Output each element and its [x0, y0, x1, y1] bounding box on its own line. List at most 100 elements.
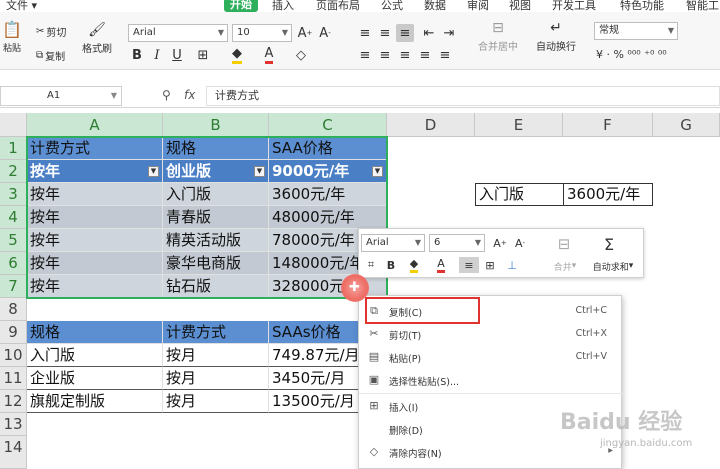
distribute-button[interactable]: ≡	[436, 46, 454, 64]
font-size-select[interactable]: 10 ▼	[232, 24, 292, 42]
mini-format-icon[interactable]: ⌗	[363, 257, 379, 273]
column-header-a[interactable]: A	[27, 113, 163, 137]
formula-input[interactable]: 计费方式	[206, 86, 720, 106]
table-cell[interactable]: 钻石版	[163, 275, 269, 298]
menu-item-cut[interactable]: ✂ 剪切(T) Ctrl+X	[359, 323, 623, 346]
italic-button[interactable]: I	[148, 46, 166, 64]
mini-fill-color-button[interactable]: ◆	[403, 257, 425, 273]
fill-color-button[interactable]: ◆	[228, 46, 246, 64]
filter-row-cell[interactable]: 按年 ▼	[27, 160, 163, 183]
table-header-cell[interactable]: 规格	[163, 137, 269, 160]
table-cell[interactable]: 入门版	[27, 344, 163, 367]
filter-dropdown-icon[interactable]: ▼	[372, 166, 383, 177]
align-top-button[interactable]: ≡	[356, 24, 374, 42]
row-header-4[interactable]: 4	[0, 206, 27, 229]
row-header-5[interactable]: 5	[0, 229, 27, 252]
select-all-corner[interactable]	[0, 113, 27, 137]
table-cell[interactable]: 入门版	[163, 183, 269, 206]
table-cell[interactable]: 按年	[27, 206, 163, 229]
cut-button[interactable]: ✂ 剪切	[36, 24, 66, 39]
font-name-select[interactable]: Arial ▼	[128, 24, 228, 42]
table-cell[interactable]: 按月	[163, 367, 269, 390]
table-cell[interactable]: 按年	[27, 252, 163, 275]
table-cell[interactable]: 3600元/年	[269, 183, 387, 206]
row-header-13[interactable]: 13	[0, 413, 27, 436]
bold-button[interactable]: B	[128, 46, 146, 64]
border-button[interactable]: ⊞	[194, 46, 212, 64]
menu-item-copy[interactable]: ⧉ 复制(C) Ctrl+C	[359, 300, 623, 323]
name-box[interactable]: A1 ▼	[0, 86, 122, 106]
row-header-3[interactable]: 3	[0, 183, 27, 206]
table-cell[interactable]: 青春版	[163, 206, 269, 229]
tab-home[interactable]: 开始	[224, 0, 258, 12]
mini-decrease-font-button[interactable]: A-	[511, 234, 529, 252]
menu-item-clear-contents[interactable]: ◇ 清除内容(N) ▸	[359, 441, 623, 464]
number-format-select[interactable]: 常规 ▼	[594, 22, 678, 40]
row-header-12[interactable]: 12	[0, 390, 27, 413]
zoom-icon[interactable]: ⚲	[162, 88, 171, 102]
filter-dropdown-icon[interactable]: ▼	[148, 166, 159, 177]
increase-font-button[interactable]: A +	[296, 24, 314, 42]
table-cell[interactable]: 48000元/年	[269, 206, 387, 229]
row-header-8[interactable]: 8	[0, 298, 27, 321]
table-cell[interactable]: 按月	[163, 390, 269, 413]
decrease-font-button[interactable]: A-	[316, 24, 334, 42]
clear-button[interactable]: ◇	[292, 46, 310, 64]
lookup-value-cell[interactable]: 3600元/年	[563, 183, 653, 206]
mini-bold-button[interactable]: B	[383, 257, 399, 273]
align-right-text-button[interactable]: ≡	[396, 46, 414, 64]
mini-font-color-button[interactable]: A	[431, 257, 451, 273]
format-painter-button[interactable]: 🖌 格式刷	[82, 22, 112, 55]
table-cell[interactable]: 企业版	[27, 367, 163, 390]
menu-item-paste[interactable]: ▤ 粘贴(P) Ctrl+V	[359, 346, 623, 369]
table-cell[interactable]: 按年	[27, 275, 163, 298]
table-header-cell[interactable]: 计费方式	[163, 321, 269, 344]
column-header-g[interactable]: G	[653, 113, 720, 137]
wrap-text-button[interactable]: ↵ 自动换行	[536, 20, 576, 53]
lookup-label-cell[interactable]: 入门版	[475, 183, 564, 206]
row-header-7[interactable]: 7	[0, 275, 27, 298]
row-header-14[interactable]: 14	[0, 436, 27, 469]
row-header-9[interactable]: 9	[0, 321, 27, 344]
copy-button[interactable]: ⧉ 复制	[36, 48, 65, 63]
justify-button[interactable]: ≡	[416, 46, 434, 64]
align-left-button[interactable]: ⇤	[420, 24, 438, 42]
column-header-d[interactable]: D	[387, 113, 475, 137]
table-cell[interactable]: 按年	[27, 229, 163, 252]
align-left-text-button[interactable]: ≡	[356, 46, 374, 64]
table-cell[interactable]: 精英活动版	[163, 229, 269, 252]
row-header-6[interactable]: 6	[0, 252, 27, 275]
sigma-icon[interactable]: Σ	[597, 233, 621, 255]
table-header-cell[interactable]: 计费方式	[27, 137, 163, 160]
underline-button[interactable]: U	[168, 46, 186, 64]
column-header-b[interactable]: B	[163, 113, 269, 137]
table-cell[interactable]: 豪华电商版	[163, 252, 269, 275]
align-middle-button[interactable]: ≡	[376, 24, 394, 42]
filter-row-cell[interactable]: 创业版 ▼	[163, 160, 269, 183]
table-cell[interactable]: 按月	[163, 344, 269, 367]
filter-dropdown-icon[interactable]: ▼	[254, 166, 265, 177]
table-cell[interactable]: 旗舰定制版	[27, 390, 163, 413]
align-right-button[interactable]: ⇥	[440, 24, 458, 42]
mini-font-size-select[interactable]: 6 ▼	[429, 234, 485, 252]
mini-font-name-select[interactable]: Arial ▼	[361, 234, 425, 252]
menu-item-paste-special[interactable]: ▣ 选择性粘贴(S)...	[359, 369, 623, 392]
mini-merge-icon[interactable]: ⊟	[549, 233, 579, 255]
column-header-e[interactable]: E	[475, 113, 563, 137]
mini-insert-row-button[interactable]: ⊥	[503, 257, 521, 273]
mini-autosum-button[interactable]: 自动求和 ▾	[585, 259, 641, 273]
number-format-buttons[interactable]: ¥ · % ⁰⁰⁰ ⁺⁰ ⁰⁰	[596, 48, 667, 61]
align-center-text-button[interactable]: ≡	[376, 46, 394, 64]
mini-increase-font-button[interactable]: A +	[491, 234, 509, 252]
fx-icon[interactable]: fx	[184, 88, 195, 102]
table-header-cell[interactable]: SAA价格	[269, 137, 387, 160]
row-header-2[interactable]: 2	[0, 160, 27, 183]
column-header-f[interactable]: F	[563, 113, 653, 137]
merge-center-button[interactable]: ⊟ 合并居中	[478, 20, 518, 53]
row-header-1[interactable]: 1	[0, 137, 27, 160]
font-color-button[interactable]: A	[260, 46, 278, 64]
mini-border-button[interactable]: ⊞	[481, 257, 499, 273]
column-header-c[interactable]: C	[269, 113, 387, 137]
table-cell[interactable]: 按年	[27, 183, 163, 206]
mini-align-button[interactable]: ≡	[459, 257, 479, 273]
